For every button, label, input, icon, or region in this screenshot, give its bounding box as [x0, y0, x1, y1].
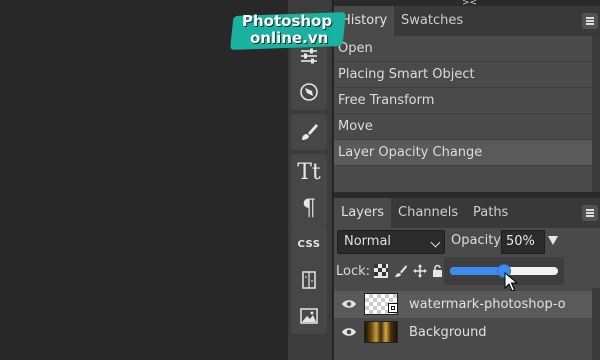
eye-icon[interactable] [341, 298, 357, 310]
blend-mode-value: Normal [344, 234, 392, 249]
layer-thumbnail [364, 321, 398, 343]
opacity-dropdown-icon[interactable] [548, 236, 558, 245]
lock-position-icon[interactable] [413, 264, 427, 278]
layer-controls: Normal Opacity: 50% Lock: [334, 228, 600, 292]
layer-name: Background [409, 325, 487, 340]
css-button[interactable]: CSS [291, 226, 327, 262]
menu-icon [586, 20, 594, 22]
properties-button[interactable] [291, 262, 327, 298]
tab-channels[interactable]: Channels [391, 198, 465, 228]
layers-panel: Layers Channels Paths Normal Opacity: 50… [334, 198, 600, 360]
layer-row-watermark[interactable]: watermark-photoshop-o [334, 291, 592, 318]
history-item-placing-smart-object[interactable]: Placing Smart Object [334, 62, 592, 88]
menu-icon [586, 212, 594, 214]
properties-icon [302, 271, 316, 289]
opacity-label: Opacity: [451, 233, 505, 248]
logo-line2: online.vn [250, 29, 329, 47]
logo-line1: Photoshop [242, 12, 333, 30]
toolbar-group-misc: CSS [291, 226, 327, 334]
image-icon [300, 308, 318, 324]
tab-layers[interactable]: Layers [334, 198, 392, 228]
history-menu-button[interactable] [582, 13, 598, 29]
tab-paths[interactable]: Paths [466, 198, 515, 228]
css-icon: CSS [297, 238, 321, 250]
type-button[interactable]: Tt [291, 154, 327, 190]
opacity-input[interactable]: 50% [501, 230, 545, 254]
paragraph-button[interactable]: ¶ [291, 190, 327, 226]
tab-swatches[interactable]: Swatches [394, 6, 470, 36]
lock-label: Lock: [336, 264, 371, 279]
brush-button[interactable] [291, 114, 327, 150]
layers-tabs: Layers Channels Paths [334, 198, 600, 228]
history-item-layer-opacity-change[interactable]: Layer Opacity Change [334, 140, 592, 166]
lock-transparency-icon[interactable] [374, 264, 388, 278]
type-icon: Tt [297, 159, 321, 185]
image-button[interactable] [291, 298, 327, 334]
opacity-slider-fill [450, 267, 504, 275]
navigator-button[interactable] [291, 74, 327, 110]
collapse-arrows-icon[interactable]: >< [462, 0, 477, 8]
toolbar-group-adjust [291, 38, 327, 110]
mouse-cursor-icon [504, 272, 518, 292]
lock-pixels-icon[interactable] [394, 264, 408, 278]
history-list: Open Placing Smart Object Free Transform… [334, 36, 592, 166]
brush-icon [302, 124, 318, 140]
layer-name: watermark-photoshop-o [409, 297, 566, 312]
adjustments-icon [301, 48, 317, 64]
right-toolbar: Tt ¶ CSS [288, 0, 333, 360]
photoshop-online-logo: Photoshop online.vn [229, 12, 347, 50]
smart-object-icon [388, 303, 398, 313]
layer-row-background[interactable]: Background [334, 319, 592, 346]
history-item-move[interactable]: Move [334, 114, 592, 140]
history-item-free-transform[interactable]: Free Transform [334, 88, 592, 114]
canvas-area[interactable] [0, 0, 288, 360]
toolbar-group-type: Tt ¶ [291, 154, 327, 226]
history-item-open[interactable]: Open [334, 36, 592, 62]
compass-icon [300, 83, 318, 101]
blend-mode-select[interactable]: Normal [337, 230, 445, 254]
toolbar-group-brush [291, 114, 327, 150]
history-panel: History Swatches Open Placing Smart Obje… [334, 6, 600, 192]
layers-menu-button[interactable] [582, 205, 598, 221]
paragraph-icon: ¶ [302, 195, 316, 221]
history-scrollbar[interactable] [592, 36, 600, 192]
layers-scrollbar[interactable] [592, 288, 600, 360]
lock-all-icon[interactable] [431, 264, 445, 278]
chevron-down-icon [430, 237, 441, 248]
history-tabs: History Swatches [334, 6, 600, 36]
eye-icon[interactable] [341, 326, 357, 338]
